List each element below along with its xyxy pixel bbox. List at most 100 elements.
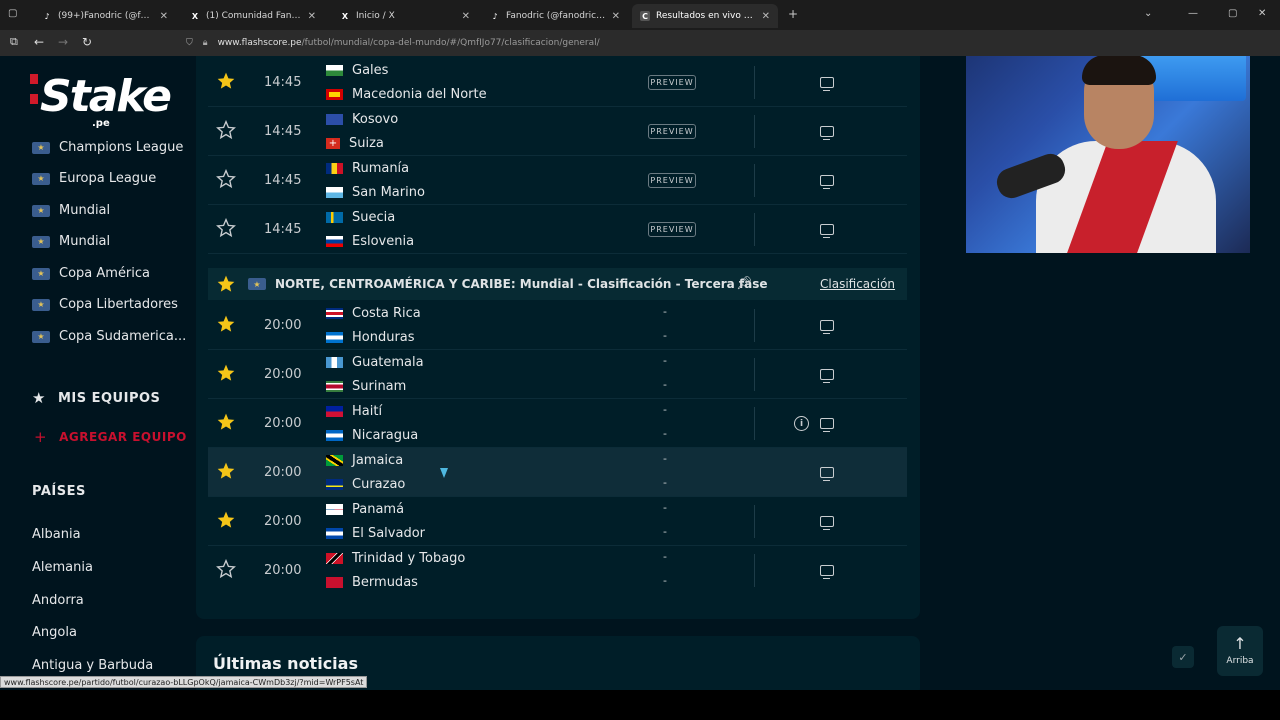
team-name: Gales (352, 63, 389, 78)
chevron-down-icon[interactable]: ⌄ (1144, 8, 1152, 19)
match-row-hovered[interactable]: 20:00 Jamaica Curazao - - (208, 448, 907, 497)
tv-icon[interactable] (820, 320, 834, 334)
team-name: Honduras (352, 330, 415, 345)
trophy-flag-icon: ★ (248, 278, 266, 290)
away-score: - (663, 427, 667, 440)
league-label: Copa América (59, 266, 151, 281)
star-filled-icon[interactable] (216, 314, 236, 334)
divider (754, 115, 755, 148)
reload-icon[interactable]: ↻ (82, 35, 92, 49)
pin-icon[interactable]: 📌︎ (736, 276, 753, 291)
preview-button[interactable]: PREVIEW (648, 124, 696, 139)
tv-icon[interactable] (820, 467, 834, 481)
match-row[interactable]: 20:00 Guatemala Surinam - - (208, 350, 907, 399)
sidebar-league-copa-america[interactable]: ★ Copa América (32, 266, 150, 281)
star-outline-icon[interactable] (216, 120, 236, 140)
info-icon[interactable]: i (794, 416, 809, 431)
close-tab-icon[interactable]: ✕ (762, 11, 770, 22)
sidebar-toggle-icon[interactable]: ⧉ (10, 35, 18, 49)
panama-flag-icon (326, 504, 343, 515)
lock-icon: 🔒︎ (202, 38, 208, 48)
tv-icon[interactable] (820, 565, 834, 579)
match-row[interactable]: 14:45 Kosovo + Suiza PREVIEW (208, 107, 907, 156)
away-score: - (663, 574, 667, 587)
forward-icon[interactable]: → (58, 35, 68, 49)
tiktok-icon: ♪ (44, 11, 50, 21)
standings-link[interactable]: Clasificación (820, 277, 895, 291)
league-header[interactable]: ★ NORTE, CENTROAMÉRICA Y CARIBE: Mundial… (208, 268, 907, 300)
tab-tiktok-1[interactable]: ♪ (99+)Fanodric (@fanodric) | TikTok ✕ (34, 4, 176, 28)
tv-icon[interactable] (820, 418, 834, 432)
sidebar-league-champions[interactable]: ★ Champions League (32, 140, 183, 155)
star-filled-icon[interactable] (216, 461, 236, 481)
tv-icon[interactable] (820, 175, 834, 189)
tv-icon[interactable] (820, 126, 834, 140)
match-row[interactable]: 14:45 Gales Macedonia del Norte PREVIEW (208, 58, 907, 107)
close-window-icon[interactable]: ✕ (1258, 8, 1266, 19)
shield-icon[interactable]: ⛉ (186, 38, 193, 48)
scroll-top-button[interactable]: ↑ Arriba (1217, 626, 1263, 676)
close-tab-icon[interactable]: ✕ (462, 11, 470, 22)
new-tab-button[interactable]: + (788, 7, 798, 21)
country-item[interactable]: Albania (32, 527, 81, 542)
match-row[interactable]: 20:00 Trinidad y Tobago Bermudas - - (208, 546, 907, 595)
preview-button[interactable]: PREVIEW (648, 75, 696, 90)
country-item[interactable]: Alemania (32, 560, 93, 575)
close-tab-icon[interactable]: ✕ (308, 11, 316, 22)
preview-button[interactable]: PREVIEW (648, 173, 696, 188)
tab-title: Inicio / X (356, 11, 395, 21)
back-icon[interactable]: ← (34, 35, 44, 49)
tab-actions-icon[interactable]: ▢ (8, 8, 17, 19)
tab-tiktok-2[interactable]: ♪ Fanodric (@fanodric) | TikTok ✕ (482, 4, 628, 28)
away-team: Curazao (326, 477, 405, 492)
away-team: Eslovenia (326, 234, 414, 249)
shield-check-icon[interactable]: ✓ (1172, 646, 1194, 668)
star-filled-icon[interactable] (216, 274, 236, 294)
divider (754, 213, 755, 246)
match-row[interactable]: 14:45 Suecia Eslovenia PREVIEW (208, 205, 907, 254)
link-status-bar: www.flashscore.pe/partido/futbol/curazao… (0, 676, 368, 688)
wales-flag-icon (326, 65, 343, 76)
tab-title: Resultados en vivo de Mundial (656, 11, 756, 21)
match-row[interactable]: 20:00 Costa Rica Honduras - - (208, 301, 907, 350)
tab-x-home[interactable]: X Inicio / X ✕ (332, 4, 478, 28)
country-item[interactable]: Andorra (32, 593, 84, 608)
maximize-icon[interactable]: ▢ (1228, 8, 1237, 19)
league-name[interactable]: NORTE, CENTROAMÉRICA Y CARIBE: Mundial -… (275, 277, 768, 291)
country-item[interactable]: Antigua y Barbuda (32, 658, 153, 673)
country-item[interactable]: Angola (32, 625, 77, 640)
sidebar-league-sudamericana[interactable]: ★ Copa Sudamerica... (32, 329, 186, 344)
close-tab-icon[interactable]: ✕ (160, 11, 168, 22)
stake-logo[interactable]: Stake (40, 72, 172, 122)
browser-nav-bar: ⧉ ← → ↻ ⛉ 🔒︎ www.flashscore.pe/futbol/mu… (0, 30, 1280, 56)
preview-button[interactable]: PREVIEW (648, 222, 696, 237)
add-team-button[interactable]: + AGREGAR EQUIPO (34, 428, 187, 446)
tv-icon[interactable] (820, 369, 834, 383)
sidebar-league-mundial-2[interactable]: ★ Mundial (32, 234, 110, 249)
star-outline-icon[interactable] (216, 218, 236, 238)
trophy-flag-icon: ★ (32, 235, 50, 248)
star-outline-icon[interactable] (216, 559, 236, 579)
tab-flashscore[interactable]: C Resultados en vivo de Mundial ✕ (632, 4, 778, 28)
tv-icon[interactable] (820, 224, 834, 238)
match-row[interactable]: 14:45 Rumanía San Marino PREVIEW (208, 156, 907, 205)
match-row[interactable]: 20:00 Haití Nicaragua - - i (208, 399, 907, 448)
star-filled-icon[interactable] (216, 363, 236, 383)
my-teams-heading[interactable]: ★ MIS EQUIPOS (32, 389, 160, 407)
tab-x-community[interactable]: X (1) Comunidad Fanodric Army / X ✕ (182, 4, 324, 28)
star-filled-icon[interactable] (216, 510, 236, 530)
tv-icon[interactable] (820, 516, 834, 530)
sidebar-league-europa[interactable]: ★ Europa League (32, 171, 156, 186)
star-filled-icon[interactable] (216, 412, 236, 432)
star-outline-icon[interactable] (216, 169, 236, 189)
close-tab-icon[interactable]: ✕ (612, 11, 620, 22)
sidebar-league-libertadores[interactable]: ★ Copa Libertadores (32, 297, 178, 312)
star-filled-icon[interactable] (216, 71, 236, 91)
address-bar[interactable]: ⛉ 🔒︎ www.flashscore.pe/futbol/mundial/co… (176, 33, 966, 53)
tv-icon[interactable] (820, 77, 834, 91)
league-label: Mundial (59, 234, 111, 249)
match-row[interactable]: 20:00 Panamá El Salvador - - (208, 497, 907, 546)
arrow-up-icon: ↑ (1233, 634, 1247, 653)
minimize-icon[interactable]: — (1188, 8, 1198, 19)
sidebar-league-mundial-1[interactable]: ★ Mundial (32, 203, 110, 218)
